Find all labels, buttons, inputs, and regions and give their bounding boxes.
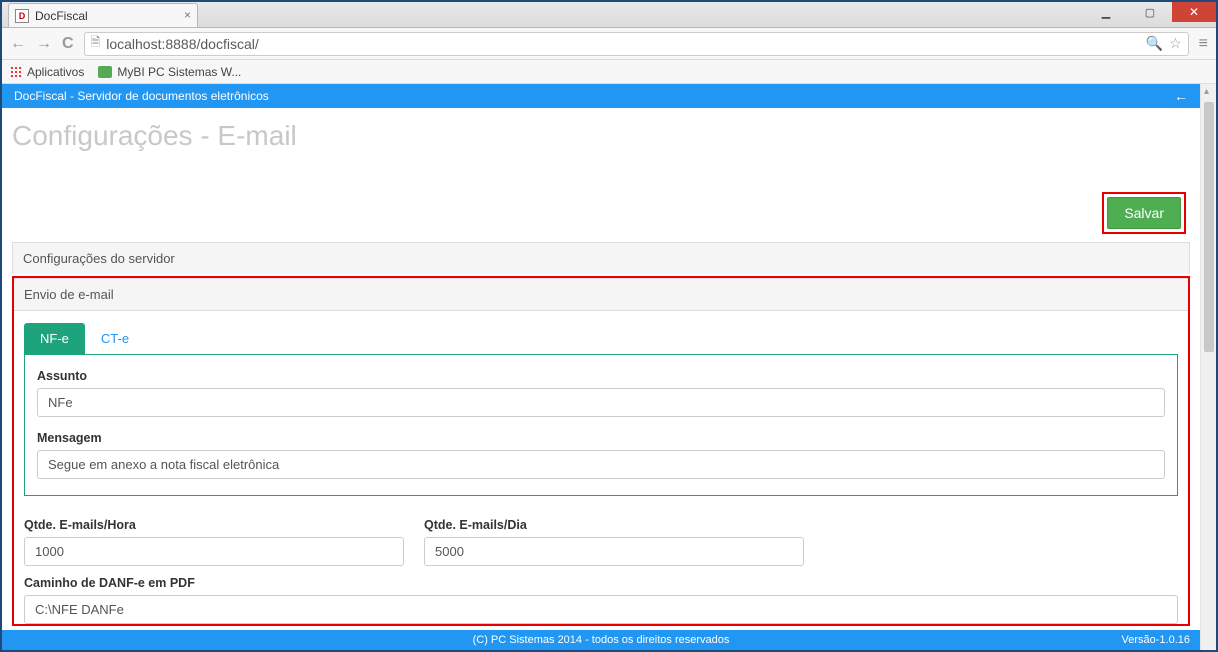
bookmarks-bar: Aplicativos MyBI PC Sistemas W...	[2, 60, 1216, 84]
app-title: DocFiscal - Servidor de documentos eletr…	[14, 89, 269, 103]
header-back-icon[interactable]: ←	[1174, 88, 1188, 104]
assunto-label: Assunto	[37, 369, 1165, 383]
url-input[interactable]: 🗎 localhost:8888/docfiscal/ 🔍 ☆	[84, 32, 1189, 56]
window-minimize-button[interactable]	[1084, 2, 1128, 22]
menu-icon[interactable]: ≡	[1199, 35, 1208, 53]
apps-bookmark[interactable]: Aplicativos	[10, 65, 84, 79]
assunto-input[interactable]	[37, 388, 1165, 417]
doc-tabs: NF-e CT-e	[14, 311, 1188, 354]
save-button[interactable]: Salvar	[1107, 197, 1181, 229]
reload-icon[interactable]: C	[62, 35, 74, 53]
app-header: DocFiscal - Servidor de documentos eletr…	[2, 84, 1200, 108]
star-icon[interactable]: ☆	[1169, 35, 1182, 52]
bookmark-mybi[interactable]: MyBI PC Sistemas W...	[98, 65, 241, 79]
mensagem-input[interactable]	[37, 450, 1165, 479]
favicon-icon: D	[15, 9, 29, 23]
bookmark-icon	[98, 66, 112, 78]
qtde-dia-label: Qtde. E-mails/Dia	[424, 518, 804, 532]
bookmark-label: MyBI PC Sistemas W...	[117, 65, 241, 79]
back-icon[interactable]: ←	[10, 35, 26, 53]
tab-nfe[interactable]: NF-e	[24, 323, 85, 354]
qtde-dia-input[interactable]	[424, 537, 804, 566]
tab-title: DocFiscal	[35, 9, 88, 23]
email-config-panel: Envio de e-mail NF-e CT-e Assunto Mensag…	[12, 276, 1190, 626]
caminho-label: Caminho de DANF-e em PDF	[24, 576, 1178, 590]
browser-titlebar: D DocFiscal ×	[2, 2, 1216, 28]
address-bar: ← → C 🗎 localhost:8888/docfiscal/ 🔍 ☆ ≡	[2, 28, 1216, 60]
server-config-panel-header[interactable]: Configurações do servidor	[12, 242, 1190, 274]
qtde-hora-label: Qtde. E-mails/Hora	[24, 518, 404, 532]
page-title: Configurações - E-mail	[2, 108, 1200, 192]
vertical-scrollbar[interactable]	[1200, 84, 1216, 650]
forward-icon[interactable]: →	[36, 35, 52, 53]
browser-tab[interactable]: D DocFiscal ×	[8, 3, 198, 27]
footer: (C) PC Sistemas 2014 - todos os direitos…	[2, 630, 1200, 650]
search-icon[interactable]: 🔍	[1146, 35, 1163, 52]
page-icon: 🗎	[91, 33, 101, 54]
tab-close-icon[interactable]: ×	[184, 8, 191, 22]
apps-label: Aplicativos	[27, 65, 84, 79]
caminho-input[interactable]	[24, 595, 1178, 624]
url-text: localhost:8888/docfiscal/	[106, 36, 259, 52]
window-maximize-button[interactable]	[1128, 2, 1172, 22]
qtde-hora-input[interactable]	[24, 537, 404, 566]
mensagem-label: Mensagem	[37, 431, 1165, 445]
footer-copyright: (C) PC Sistemas 2014 - todos os direitos…	[473, 634, 730, 646]
tab-content-nfe: Assunto Mensagem	[24, 354, 1178, 496]
footer-version: Versão-1.0.16	[1122, 634, 1191, 646]
save-highlight: Salvar	[1102, 192, 1186, 234]
window-close-button[interactable]	[1172, 2, 1216, 22]
apps-icon	[10, 66, 22, 78]
email-send-header: Envio de e-mail	[14, 278, 1188, 311]
tab-cte[interactable]: CT-e	[85, 323, 145, 354]
